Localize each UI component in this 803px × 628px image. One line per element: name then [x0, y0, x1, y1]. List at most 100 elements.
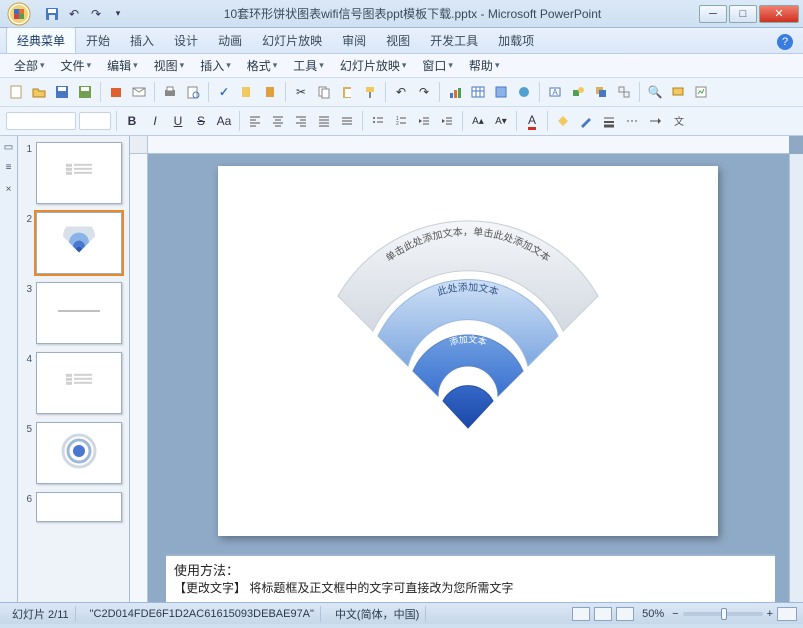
research-icon[interactable]	[237, 82, 257, 102]
notes-pane[interactable]: 使用方法： 【更改文字】 将标题框及正文框中的文字可直接改为您所需文字	[166, 554, 775, 602]
run-icon[interactable]	[668, 82, 688, 102]
slide-canvas[interactable]: 单击此处添加文本，单击此处添加文本 此处添加文本 添加文本 使用方法： 【更改文…	[148, 154, 789, 602]
new-icon[interactable]	[6, 82, 26, 102]
tab-view[interactable]: 视图	[376, 28, 420, 53]
thesaurus-icon[interactable]	[260, 82, 280, 102]
italic-icon[interactable]: I	[145, 111, 165, 131]
arrange-icon[interactable]	[591, 82, 611, 102]
tab-animation[interactable]: 动画	[208, 28, 252, 53]
text-box-icon[interactable]: A	[545, 82, 565, 102]
thumb-2[interactable]: 2	[22, 212, 125, 274]
tab-classic-menu[interactable]: 经典菜单	[6, 27, 76, 53]
distributed-icon[interactable]	[337, 111, 357, 131]
tab-design[interactable]: 设计	[164, 28, 208, 53]
close-pane-icon[interactable]: ×	[2, 182, 16, 196]
cut-icon[interactable]: ✂	[291, 82, 311, 102]
menu-all[interactable]: 全部▾	[8, 55, 51, 76]
tab-insert[interactable]: 插入	[120, 28, 164, 53]
thumb-1[interactable]: 1	[22, 142, 125, 204]
group-icon[interactable]	[614, 82, 634, 102]
zoom-in-icon[interactable]: +	[767, 608, 773, 620]
undo-icon[interactable]: ↶	[66, 6, 82, 22]
paste-icon[interactable]	[337, 82, 357, 102]
tables-icon[interactable]	[491, 82, 511, 102]
tab-developer[interactable]: 开发工具	[420, 28, 488, 53]
line-weight-icon[interactable]	[599, 111, 619, 131]
office-button[interactable]	[0, 0, 38, 28]
menu-help[interactable]: 帮助▾	[463, 55, 506, 76]
tab-slideshow[interactable]: 幻灯片放映	[252, 28, 332, 53]
help-icon[interactable]: ?	[777, 34, 793, 50]
zoom-out-icon[interactable]: −	[672, 608, 678, 620]
thumb-4[interactable]: 4	[22, 352, 125, 414]
wifi-diagram[interactable]: 单击此处添加文本，单击此处添加文本 此处添加文本 添加文本	[218, 166, 718, 536]
thumb-3[interactable]: 3	[22, 282, 125, 344]
redo-icon[interactable]: ↷	[414, 82, 434, 102]
macro-icon[interactable]	[691, 82, 711, 102]
menu-edit[interactable]: 编辑▾	[101, 55, 144, 76]
status-language[interactable]: 中文(简体，中国)	[329, 606, 426, 622]
bold-icon[interactable]: B	[122, 111, 142, 131]
increase-font-icon[interactable]: A▴	[468, 111, 488, 131]
saveas-icon[interactable]	[75, 82, 95, 102]
numbering-icon[interactable]: 12	[391, 111, 411, 131]
dashes-icon[interactable]	[622, 111, 642, 131]
font-box[interactable]	[6, 112, 76, 130]
ruler-vertical[interactable]	[130, 154, 148, 602]
decrease-indent-icon[interactable]	[414, 111, 434, 131]
justify-icon[interactable]	[314, 111, 334, 131]
tab-addins[interactable]: 加载项	[488, 28, 544, 53]
zoom-slider[interactable]	[683, 612, 763, 616]
font-size-box[interactable]	[79, 112, 111, 130]
vertical-scrollbar[interactable]	[789, 154, 803, 602]
normal-view-button[interactable]	[572, 607, 590, 621]
zoom-value[interactable]: 50%	[642, 608, 664, 620]
slide[interactable]: 单击此处添加文本，单击此处添加文本 此处添加文本 添加文本	[218, 166, 718, 536]
format-painter-icon[interactable]	[360, 82, 380, 102]
menu-slideshow[interactable]: 幻灯片放映▾	[334, 55, 413, 76]
mail-icon[interactable]	[129, 82, 149, 102]
outline-tab-icon[interactable]: ≡	[2, 160, 16, 174]
fit-view-button[interactable]	[777, 607, 797, 621]
menu-view[interactable]: 视图▾	[148, 55, 191, 76]
strikethrough-icon[interactable]: S	[191, 111, 211, 131]
hyperlink-icon[interactable]	[514, 82, 534, 102]
spellcheck-icon[interactable]: ✓	[214, 82, 234, 102]
print-preview-icon[interactable]	[183, 82, 203, 102]
save-icon[interactable]	[44, 6, 60, 22]
maximize-button[interactable]: □	[729, 5, 757, 23]
menu-tools[interactable]: 工具▾	[287, 55, 330, 76]
qat-dropdown-icon[interactable]: ▾	[110, 6, 126, 22]
open-icon[interactable]	[29, 82, 49, 102]
shape-fill-icon[interactable]	[553, 111, 573, 131]
change-case-icon[interactable]: Aa	[214, 111, 234, 131]
slideshow-view-button[interactable]	[616, 607, 634, 621]
save-icon[interactable]	[52, 82, 72, 102]
underline-icon[interactable]: U	[168, 111, 188, 131]
arrows-icon[interactable]	[645, 111, 665, 131]
align-right-icon[interactable]	[291, 111, 311, 131]
decrease-font-icon[interactable]: A▾	[491, 111, 511, 131]
menu-file[interactable]: 文件▾	[55, 55, 98, 76]
slide-thumbnails[interactable]: 1 2 3 4 5 6	[18, 136, 130, 602]
sorter-view-button[interactable]	[594, 607, 612, 621]
copy-icon[interactable]	[314, 82, 334, 102]
minimize-button[interactable]: ─	[699, 5, 727, 23]
tab-review[interactable]: 审阅	[332, 28, 376, 53]
tab-home[interactable]: 开始	[76, 28, 120, 53]
slide-counter[interactable]: 幻灯片 2/11	[6, 606, 76, 622]
slides-tab-icon[interactable]: ▭	[2, 140, 16, 154]
shapes-icon[interactable]	[568, 82, 588, 102]
thumb-5[interactable]: 5	[22, 422, 125, 484]
font-color-icon[interactable]: A	[522, 111, 542, 131]
close-button[interactable]: ✕	[759, 5, 799, 23]
zoom-icon[interactable]: 🔍	[645, 82, 665, 102]
menu-insert[interactable]: 插入▾	[194, 55, 237, 76]
bullets-icon[interactable]	[368, 111, 388, 131]
redo-icon[interactable]: ↷	[88, 6, 104, 22]
chart-icon[interactable]	[445, 82, 465, 102]
increase-indent-icon[interactable]	[437, 111, 457, 131]
print-icon[interactable]	[160, 82, 180, 102]
line-color-icon[interactable]	[576, 111, 596, 131]
align-center-icon[interactable]	[268, 111, 288, 131]
